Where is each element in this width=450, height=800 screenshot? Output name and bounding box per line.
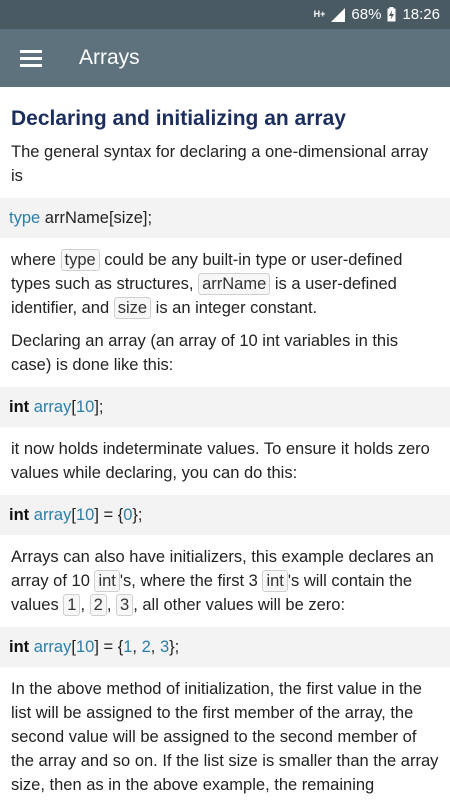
inline-code: 1 xyxy=(63,594,81,616)
code-punct: , xyxy=(132,637,142,656)
inline-code: type xyxy=(60,249,100,271)
battery-charging-icon xyxy=(387,7,396,22)
code-punct: ]; xyxy=(94,397,104,416)
text-segment: where xyxy=(11,251,61,269)
inline-code: size xyxy=(113,297,152,319)
code-block-declare: int array[10]; xyxy=(0,387,450,427)
article-content[interactable]: Declaring and initializing an array The … xyxy=(0,87,450,800)
code-text: arrName[size]; xyxy=(40,208,153,227)
paragraph-initializers: Arrays can also have initializers, this … xyxy=(0,545,450,617)
code-number: 2 xyxy=(141,637,151,656)
app-bar: Arrays xyxy=(0,29,450,87)
text-segment: is an integer constant. xyxy=(151,299,318,317)
text-segment: , xyxy=(80,596,90,614)
inline-code: int xyxy=(94,570,120,592)
hamburger-menu-icon xyxy=(20,50,42,67)
text-segment: 's, where the first 3 xyxy=(119,572,263,590)
code-number: 10 xyxy=(75,505,95,524)
inline-code: 3 xyxy=(116,594,134,616)
code-number: 10 xyxy=(75,637,95,656)
code-punct: , xyxy=(150,637,160,656)
code-block-zero-init: int array[10] = {0}; xyxy=(0,495,450,535)
code-type: type xyxy=(9,208,41,227)
inline-code: 2 xyxy=(89,594,107,616)
text-segment: , xyxy=(106,596,116,614)
code-number: 3 xyxy=(159,637,170,656)
paragraph-declaring: Declaring an array (an array of 10 int v… xyxy=(11,332,399,374)
code-punct: }; xyxy=(132,505,143,524)
battery-percent: 68% xyxy=(351,6,382,23)
network-type-icon: H+ xyxy=(313,9,326,19)
section-heading: Declaring and initializing an array xyxy=(11,107,346,130)
code-number: 0 xyxy=(123,505,133,524)
code-keyword: int xyxy=(9,505,30,524)
signal-icon xyxy=(331,7,346,22)
code-punct: ] = { xyxy=(94,637,124,656)
paragraph-indeterminate: it now holds indeterminate values. To en… xyxy=(11,440,430,482)
text-segment: , all other values will be zero: xyxy=(133,596,346,614)
page-title: Arrays xyxy=(79,46,140,69)
code-number: 10 xyxy=(75,397,95,416)
code-punct: ] = { xyxy=(94,505,124,524)
code-keyword: int xyxy=(9,637,30,656)
code-punct: }; xyxy=(169,637,180,656)
status-bar: H+ 68% 18:26 xyxy=(0,0,450,29)
code-block-syntax: type arrName[size]; xyxy=(0,198,450,238)
inline-code: int xyxy=(262,570,288,592)
code-block-initializer-list: int array[10] = {1, 2, 3}; xyxy=(0,627,450,667)
intro-paragraph: The general syntax for declaring a one-d… xyxy=(11,143,429,185)
code-identifier: array xyxy=(33,397,72,416)
code-identifier: array xyxy=(33,505,72,524)
menu-button[interactable] xyxy=(0,29,62,87)
inline-code: arrName xyxy=(198,273,271,295)
paragraph-where: where type could be any built-in type or… xyxy=(0,248,450,320)
code-number: 1 xyxy=(123,637,133,656)
clock: 18:26 xyxy=(402,6,440,23)
paragraph-initialization-explained: In the above method of initialization, t… xyxy=(11,680,439,794)
code-keyword: int xyxy=(9,397,30,416)
code-identifier: array xyxy=(33,637,72,656)
